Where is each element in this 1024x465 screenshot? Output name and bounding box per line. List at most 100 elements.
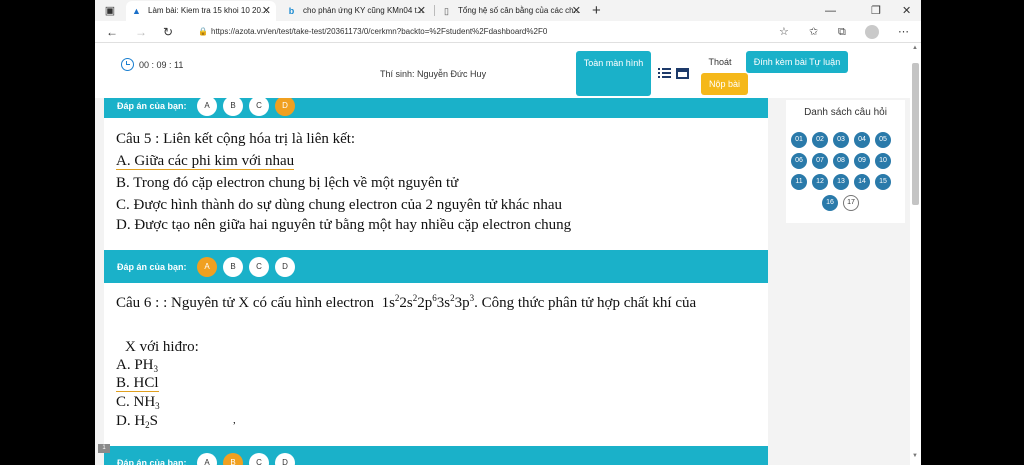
answer-bar-q5: Đáp án của bạn: A B C D [104, 250, 768, 283]
more-icon[interactable]: ⋯ [898, 23, 909, 41]
timer-text: 00 : 09 : 11 [139, 60, 184, 70]
electron-config: 1s22s22p63s23p3 [382, 294, 475, 312]
restore-icon[interactable]: ❐ [871, 1, 881, 21]
question-number-02[interactable]: 02 [812, 132, 828, 148]
option-b[interactable]: B [223, 452, 243, 465]
option-a[interactable]: A [197, 452, 217, 465]
question-number-14[interactable]: 14 [854, 174, 870, 190]
tab-strip: ▣ ▲ Làm bài: Kiem tra 15 khoi 10 20... ✕… [95, 0, 921, 21]
question-number-13[interactable]: 13 [833, 174, 849, 190]
student-name: Thí sinh: Nguyễn Đức Huy [380, 69, 487, 79]
scrollbar[interactable]: ▲ ▼ [910, 43, 921, 465]
close-window-icon[interactable]: ✕ [902, 1, 911, 21]
option-c[interactable]: C [249, 256, 269, 277]
quiz-header: 00 : 09 : 11 Thí sinh: Nguyễn Đức Huy To… [95, 43, 910, 98]
close-icon[interactable]: ✕ [572, 1, 581, 21]
tab-actions-icon[interactable]: ▣ [102, 3, 118, 19]
question-number-15[interactable]: 15 [875, 174, 891, 190]
answer-label: Đáp án của bạn: [117, 261, 187, 272]
favorites-icon[interactable]: ✩ [809, 23, 818, 41]
attach-essay-button[interactable]: Đính kèm bài Tự luận [746, 51, 848, 73]
option-a[interactable]: A [197, 95, 217, 116]
question-line-2: X với hiđro: [125, 339, 199, 355]
option-c-text: C. NH3 [116, 394, 160, 411]
option-b-text: B. Trong đó cặp electron chung bị lệch v… [116, 175, 459, 191]
tab-title: cho phản ứng KY cũng KMn04 t... [303, 6, 424, 15]
option-a-text: A. PH3 [116, 357, 159, 374]
clock-icon [121, 58, 134, 72]
question-number-11[interactable]: 11 [791, 174, 807, 190]
option-c-text: C. Được hình thành do sự dùng chung elec… [116, 197, 562, 213]
option-a-text: A. Giữa các phi kim với nhau [116, 153, 295, 170]
page-content: Đáp án của bạn: A B C D 00 : 09 : 11 Thí… [95, 43, 921, 465]
list-view-icon[interactable] [658, 68, 671, 79]
orbital: 3p [454, 295, 470, 311]
question-list-title: Danh sách câu hỏi [804, 107, 887, 118]
fullscreen-button[interactable]: Toàn màn hình [576, 51, 651, 96]
grid-view-icon[interactable] [676, 68, 689, 79]
orbital: 2s [399, 295, 413, 311]
question-title: Câu 5 : Liên kết cộng hóa trị là liên kế… [116, 131, 356, 147]
question-number-04[interactable]: 04 [854, 132, 870, 148]
option-b-text: B. HCl [116, 375, 159, 392]
collections-icon[interactable]: ⧉ [838, 23, 846, 41]
back-icon[interactable]: ← [106, 23, 118, 41]
option-a[interactable]: A [197, 256, 217, 277]
question-5: Câu 5 : Liên kết cộng hóa trị là liên kế… [104, 118, 768, 250]
tab-azota[interactable]: ▲ Làm bài: Kiem tra 15 khoi 10 20... ✕ [126, 1, 276, 21]
tab-page[interactable]: ▯ Tổng hệ số cân bằng của các ch... ✕ [436, 1, 586, 21]
option-b[interactable]: B [223, 95, 243, 116]
favorite-add-icon[interactable]: ☆ [779, 23, 789, 41]
timer: 00 : 09 : 11 [121, 58, 184, 72]
close-icon[interactable]: ✕ [417, 1, 426, 21]
answer-bar-q6: Đáp án của bạn: A B C D [104, 446, 768, 465]
option-d-text: D. H2S [116, 413, 159, 430]
submit-button[interactable]: Nộp bài [701, 73, 748, 95]
answer-label: Đáp án của bạn: [117, 100, 187, 111]
answer-label: Đáp án của bạn: [117, 457, 187, 465]
question-number-01[interactable]: 01 [791, 132, 807, 148]
url-text: https://azota.vn/en/test/take-test/20361… [211, 27, 548, 36]
refresh-icon[interactable]: ↻ [163, 23, 173, 41]
option-c[interactable]: C [249, 452, 269, 465]
scroll-thumb[interactable] [912, 63, 919, 205]
question-title: Câu 6 : : Nguyên tử X có cấu hình electr… [116, 293, 697, 312]
azota-icon: ▲ [132, 6, 141, 16]
option-d[interactable]: D [275, 95, 295, 116]
page-icon: ▯ [444, 6, 449, 16]
scroll-up-icon[interactable]: ▲ [912, 45, 918, 51]
tab-title: Tổng hệ số cân bằng của các ch... [458, 6, 581, 15]
question-number-05[interactable]: 05 [875, 132, 891, 148]
question-number-12[interactable]: 12 [812, 174, 828, 190]
question-number-03[interactable]: 03 [833, 132, 849, 148]
bing-icon: b [288, 6, 295, 16]
profile-avatar[interactable] [865, 25, 879, 39]
option-b[interactable]: B [223, 256, 243, 277]
question-number-06[interactable]: 06 [791, 153, 807, 169]
question-number-10[interactable]: 10 [875, 153, 891, 169]
option-d[interactable]: D [275, 452, 295, 465]
tab-title: Làm bài: Kiem tra 15 khoi 10 20... [148, 6, 268, 15]
exit-button[interactable]: Thoát [701, 53, 739, 71]
address-bar-row: ← → ↻ 🔒 https://azota.vn/en/test/take-te… [95, 21, 921, 43]
corner-tab[interactable]: 1 [98, 444, 110, 453]
new-tab-icon[interactable]: + [592, 1, 601, 21]
forward-icon[interactable]: → [135, 23, 147, 41]
url-field[interactable]: 🔒 https://azota.vn/en/test/take-test/203… [189, 23, 789, 41]
question-number-17[interactable]: 17 [843, 195, 859, 211]
option-c[interactable]: C [249, 95, 269, 116]
question-number-09[interactable]: 09 [854, 153, 870, 169]
orbital: 3s [436, 295, 451, 311]
scroll-down-icon[interactable]: ▼ [912, 453, 918, 459]
orbital: 2p [417, 295, 433, 311]
question-number-08[interactable]: 08 [833, 153, 849, 169]
minimize-icon[interactable]: — [825, 1, 836, 21]
question-number-16[interactable]: 16 [822, 195, 838, 211]
close-icon[interactable]: ✕ [262, 1, 271, 21]
question-number-07[interactable]: 07 [812, 153, 828, 169]
question-list-panel: Danh sách câu hỏi 01 02 03 04 05 06 07 08 09 10 11… [786, 100, 905, 223]
option-d[interactable]: D [275, 256, 295, 277]
question-6: Câu 6 : : Nguyên tử X có cấu hình electr… [104, 283, 768, 446]
tab-bing[interactable]: b cho phản ứng KY cũng KMn04 t... ✕ [281, 1, 431, 21]
stray-mark: , [233, 414, 236, 426]
